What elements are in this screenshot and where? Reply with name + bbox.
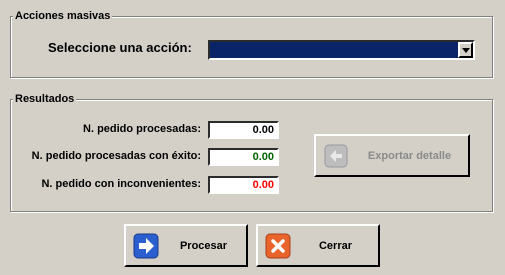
failed-orders-value: 0.00 [208,176,279,194]
process-button[interactable]: Procesar [124,224,248,267]
resultados-group-title: Resultados [13,92,77,106]
close-button[interactable]: Cerrar [256,224,380,267]
chevron-down-icon[interactable] [458,42,473,58]
processed-orders-label: N. pedido procesadas: [83,123,201,135]
acciones-masivas-group: Acciones masivas Seleccione una acción: [10,9,493,78]
acciones-group-title: Acciones masivas [13,9,113,23]
action-select-label: Seleccione una acción: [48,40,192,55]
export-detail-label: Exportar detalle [367,149,452,162]
process-button-label: Procesar [179,239,228,252]
export-icon [321,141,351,171]
resultados-group: Resultados N. pedido procesadas: 0.00 N.… [10,92,493,212]
close-button-label: Cerrar [318,239,353,252]
export-detail-button[interactable]: Exportar detalle [314,134,470,177]
successful-orders-value: 0.00 [208,148,279,166]
processed-orders-value: 0.00 [208,121,279,139]
bulk-actions-window: Acciones masivas Seleccione una acción: … [0,0,505,275]
failed-orders-label: N. pedido con inconvenientes: [41,178,201,190]
arrow-right-icon [131,231,161,261]
action-select[interactable] [208,40,475,60]
close-icon [263,231,293,261]
successful-orders-label: N. pedido procesadas con éxito: [31,150,201,162]
